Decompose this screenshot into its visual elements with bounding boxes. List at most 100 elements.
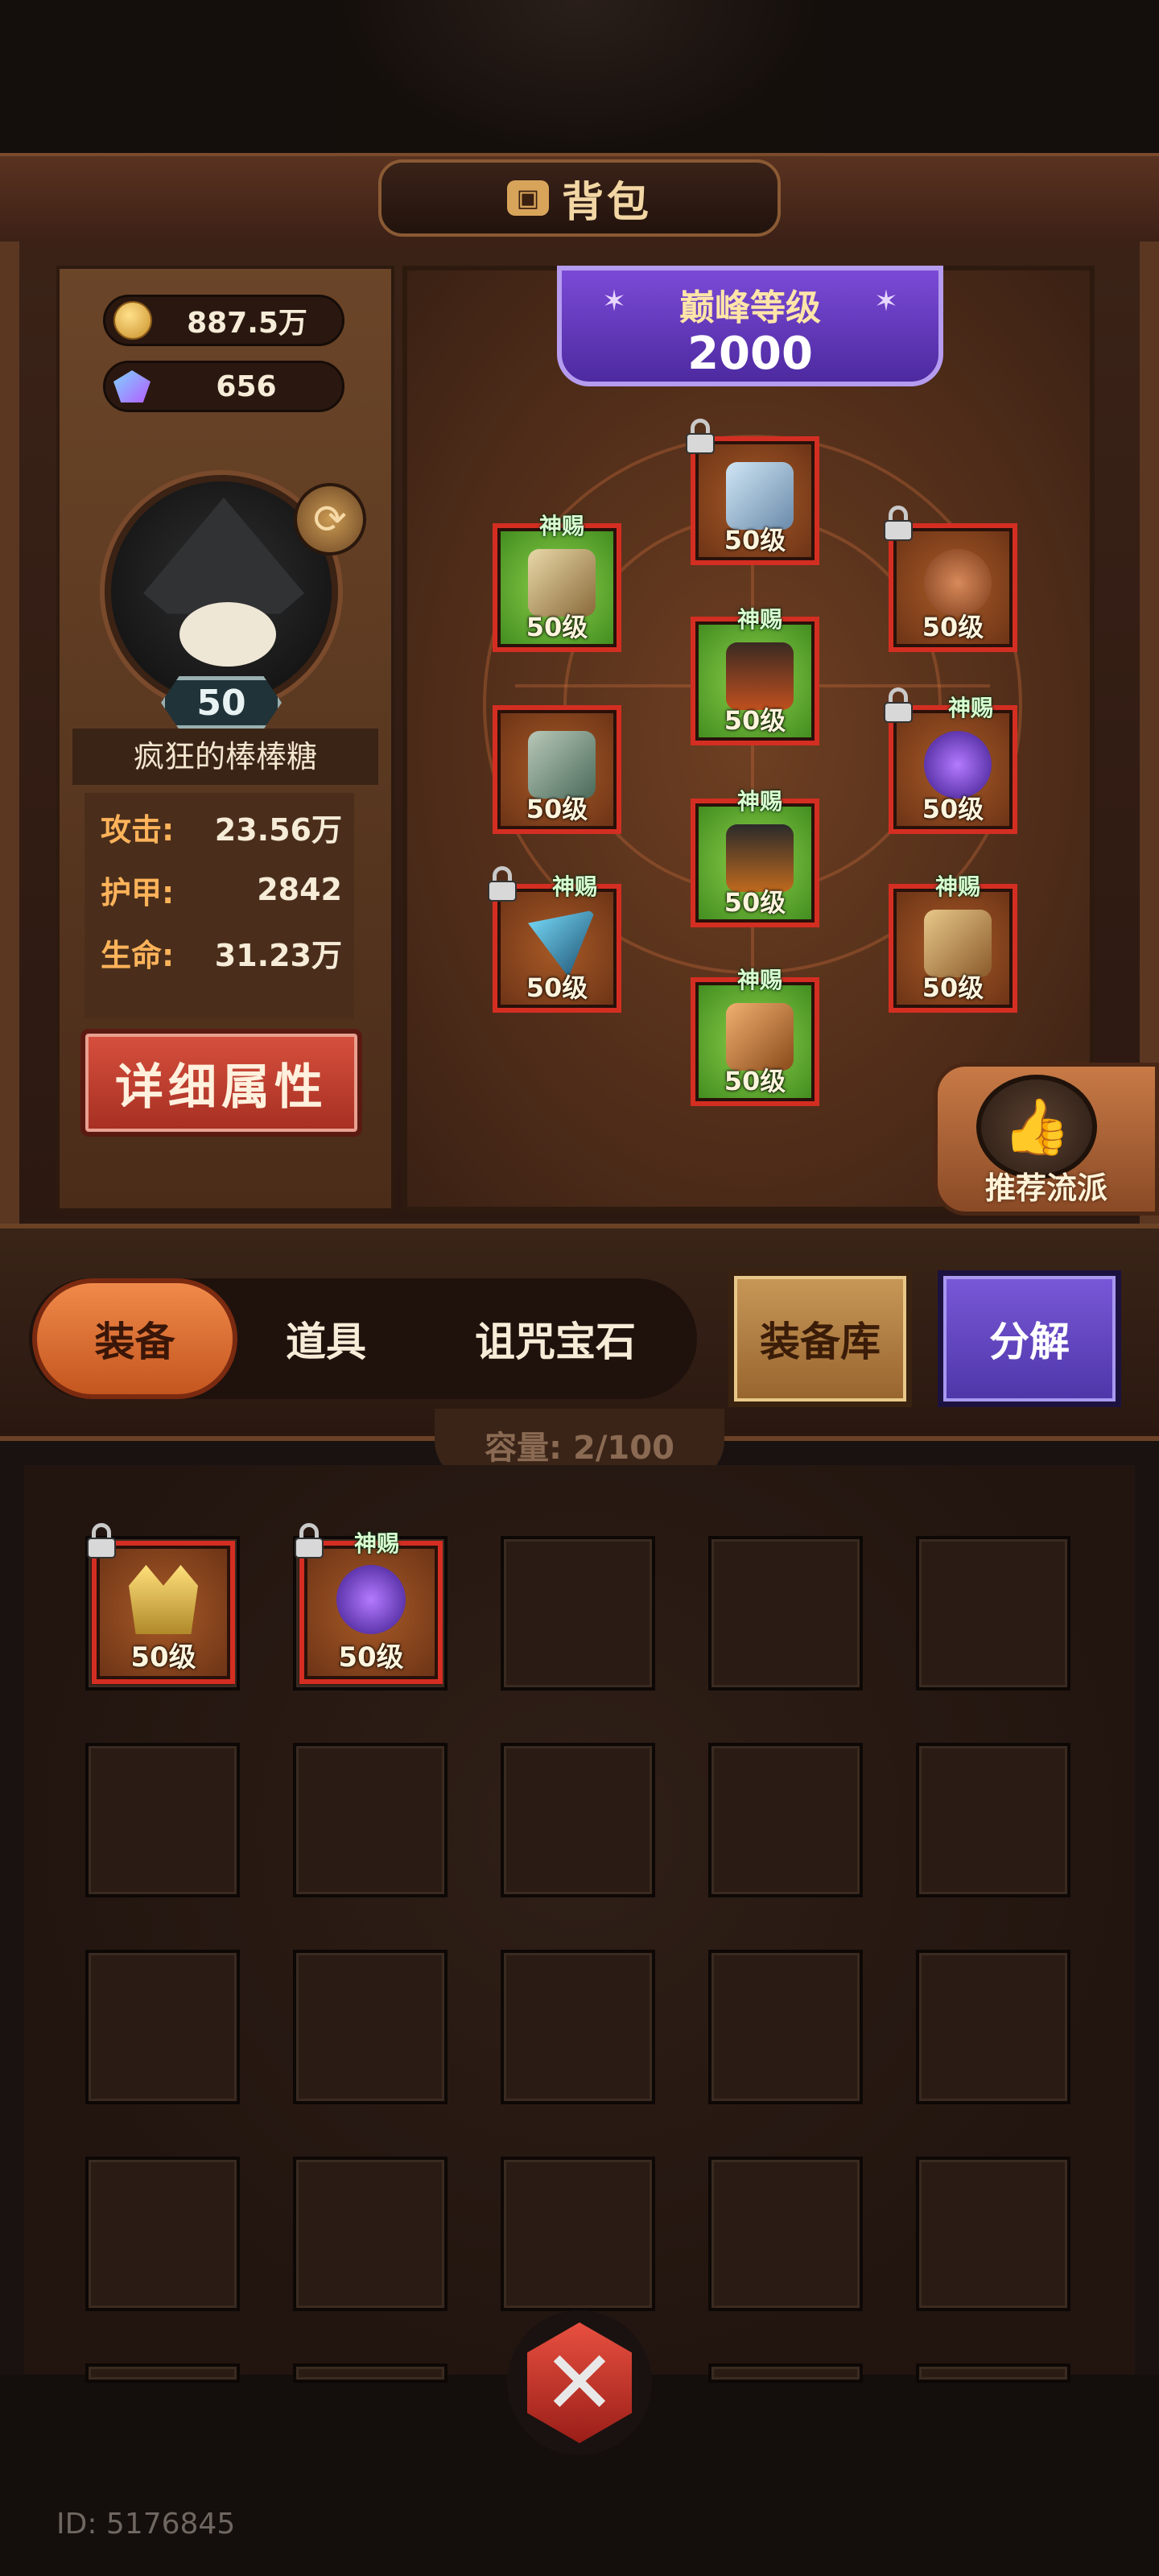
inventory-slot[interactable] — [293, 2157, 448, 2311]
backpack-icon: ▣ — [506, 180, 549, 216]
refresh-icon: ⟳ — [313, 496, 347, 543]
inventory-slot[interactable] — [501, 1536, 655, 1690]
equip-level: 50级 — [724, 887, 786, 918]
player-level-badge: 50 — [161, 676, 282, 729]
stat-label: 生命: — [101, 937, 175, 973]
stat-value: 2842 — [257, 872, 342, 907]
inventory-slot[interactable] — [916, 1743, 1070, 1897]
recommend-build-label: 推荐流派 — [984, 1170, 1107, 1206]
inventory-slot[interactable] — [85, 2157, 240, 2311]
inventory-slot[interactable] — [85, 1950, 240, 2104]
gold-counter: 887.5万 — [103, 295, 344, 346]
equip-level: 50级 — [724, 705, 786, 736]
tab-equipment[interactable]: 装备 — [32, 1278, 237, 1399]
player-name: 疯狂的棒棒糖 — [72, 729, 378, 785]
equip-level: 50级 — [922, 794, 984, 824]
tab-curse-gems[interactable]: 诅咒宝石 — [427, 1278, 684, 1399]
blessed-tag: 神赐 — [353, 1530, 399, 1557]
inventory-slot[interactable] — [708, 1950, 863, 2104]
item-level: 50级 — [130, 1641, 196, 1674]
inventory-slot[interactable] — [293, 1743, 448, 1897]
equip-slot-weapon[interactable]: 神赐 50级 — [488, 866, 621, 1013]
page-title: 背包 — [561, 178, 652, 227]
armory-button[interactable]: 装备库 — [728, 1270, 912, 1407]
stat-attack: 攻击: 23.56万 — [101, 803, 342, 851]
top-ornament — [338, 0, 821, 153]
stat-value: 23.56万 — [214, 811, 342, 848]
inventory-slot[interactable] — [708, 2157, 863, 2311]
avatar-face — [179, 602, 276, 667]
inventory-item[interactable]: 50级 — [87, 1523, 235, 1684]
stat-value: 31.23万 — [214, 937, 342, 973]
user-id: ID: 5176845 — [56, 2508, 236, 2541]
inventory-slot[interactable] — [85, 2363, 240, 2383]
gem-counter: 656 — [103, 361, 344, 412]
equip-slot-chest[interactable]: 神赐 50级 — [691, 606, 819, 745]
title-plate: ▣ 背包 — [378, 159, 781, 237]
blessed-tag: 神赐 — [934, 873, 980, 900]
gem-icon — [113, 370, 151, 402]
close-icon: ✕ — [542, 2331, 617, 2434]
blessed-tag: 神赐 — [538, 513, 584, 539]
item-level: 50级 — [338, 1641, 404, 1674]
detail-attributes-button[interactable]: 详细属性 — [80, 1029, 362, 1137]
lock-icon — [293, 1523, 325, 1558]
equip-slot-helmet[interactable]: 50级 — [686, 419, 819, 565]
blessed-tag: 神赐 — [736, 606, 782, 633]
equip-level: 50级 — [526, 612, 588, 642]
peak-level-banner: ✶ ✶ 巅峰等级 2000 — [557, 266, 943, 386]
equip-slot-necklace[interactable]: 50级 — [884, 506, 1017, 652]
change-avatar-button[interactable]: ⟳ — [294, 483, 366, 555]
blessed-tag: 神赐 — [947, 695, 993, 721]
equip-level: 50级 — [922, 972, 984, 1003]
inventory-slot[interactable] — [708, 1536, 863, 1690]
inventory-slot[interactable] — [293, 1950, 448, 2104]
equip-slot-bracer[interactable]: 神赐 50级 — [889, 873, 1017, 1013]
gold-amount: 887.5万 — [187, 307, 307, 340]
decompose-button[interactable]: 分解 — [938, 1270, 1121, 1407]
lock-icon — [684, 419, 716, 454]
inventory-slot[interactable] — [916, 1536, 1070, 1690]
amulet-icon — [336, 1565, 406, 1634]
stat-health: 生命: 31.23万 — [101, 928, 342, 976]
lock-icon — [486, 866, 518, 902]
star-icon: ✶ — [602, 285, 627, 318]
gold-coin-icon — [113, 301, 152, 340]
gem-amount: 656 — [216, 369, 277, 403]
equip-slot-gloves[interactable]: 50级 — [493, 705, 621, 834]
inventory-slot[interactable] — [501, 2157, 655, 2311]
equip-slot-shoulder[interactable]: 神赐 50级 — [493, 513, 621, 652]
blessed-tag: 神赐 — [551, 873, 597, 900]
equip-slot-boots[interactable]: 神赐 50级 — [691, 967, 819, 1106]
equip-level: 50级 — [922, 612, 984, 642]
crown-icon — [129, 1565, 198, 1634]
equip-level: 50级 — [724, 1066, 786, 1096]
inventory-slot[interactable] — [916, 1950, 1070, 2104]
lock-icon — [882, 506, 914, 541]
inventory-slot[interactable] — [501, 1743, 655, 1897]
tab-items[interactable]: 道具 — [241, 1278, 410, 1399]
star-icon: ✶ — [873, 285, 898, 318]
inventory-slot[interactable] — [501, 1950, 655, 2104]
blessed-tag: 神赐 — [736, 967, 782, 993]
equip-slot-ring[interactable]: 神赐 50级 — [884, 687, 1017, 834]
stat-label: 攻击: — [101, 811, 175, 848]
equip-level: 50级 — [526, 794, 588, 824]
peak-level-value: 2000 — [687, 328, 813, 380]
equip-slot-pants[interactable]: 神赐 50级 — [691, 788, 819, 927]
inventory-slot[interactable] — [916, 2157, 1070, 2311]
inventory-slot[interactable] — [916, 2363, 1070, 2383]
blessed-tag: 神赐 — [736, 788, 782, 815]
inventory-slot[interactable] — [708, 1743, 863, 1897]
equip-level: 50级 — [724, 525, 786, 555]
stats-panel: 攻击: 23.56万 护甲: 2842 生命: 31.23万 — [85, 793, 354, 1018]
inventory-slot[interactable] — [85, 1743, 240, 1897]
equip-level: 50级 — [526, 972, 588, 1003]
inventory-slot[interactable] — [293, 2363, 448, 2383]
inventory-slot[interactable] — [708, 2363, 863, 2383]
lock-icon — [85, 1523, 118, 1558]
inventory-item[interactable]: 神赐 50级 — [295, 1523, 443, 1684]
lock-icon — [882, 687, 914, 723]
stat-armor: 护甲: 2842 — [101, 865, 342, 914]
stat-label: 护甲: — [101, 874, 175, 910]
